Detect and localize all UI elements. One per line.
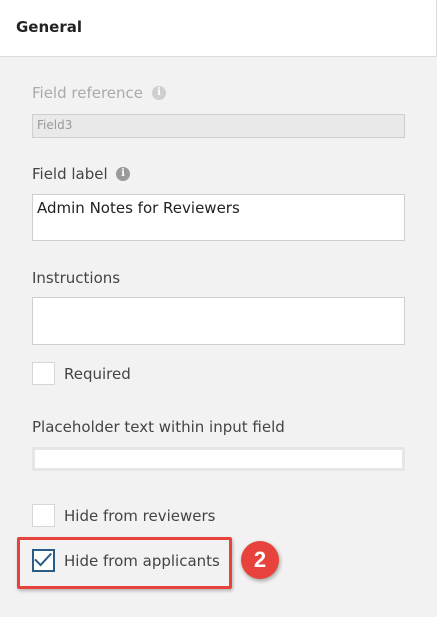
hide-from-reviewers-checkbox[interactable] <box>32 504 55 527</box>
step-number-badge: 2 <box>241 541 279 579</box>
instructions-input[interactable] <box>32 297 405 345</box>
field-label-input[interactable]: Admin Notes for Reviewers <box>32 194 405 241</box>
info-icon[interactable]: i <box>152 86 166 100</box>
hide-from-applicants-label: Hide from applicants <box>64 552 220 570</box>
section-title: General <box>16 18 82 36</box>
field-label-label: Field label <box>32 165 108 183</box>
panel-header: General <box>0 0 437 57</box>
placeholder-label: Placeholder text within input field <box>32 418 285 436</box>
placeholder-input[interactable] <box>32 447 405 471</box>
instructions-label: Instructions <box>32 269 121 287</box>
info-icon[interactable]: i <box>116 167 130 181</box>
field-reference-label: Field reference <box>32 84 144 102</box>
hide-from-reviewers-label: Hide from reviewers <box>64 507 216 525</box>
checkmark-icon <box>34 552 52 567</box>
field-reference-input: Field3 <box>32 114 405 138</box>
required-label: Required <box>64 365 131 383</box>
required-checkbox[interactable] <box>32 362 55 385</box>
hide-from-applicants-checkbox[interactable] <box>32 549 55 572</box>
